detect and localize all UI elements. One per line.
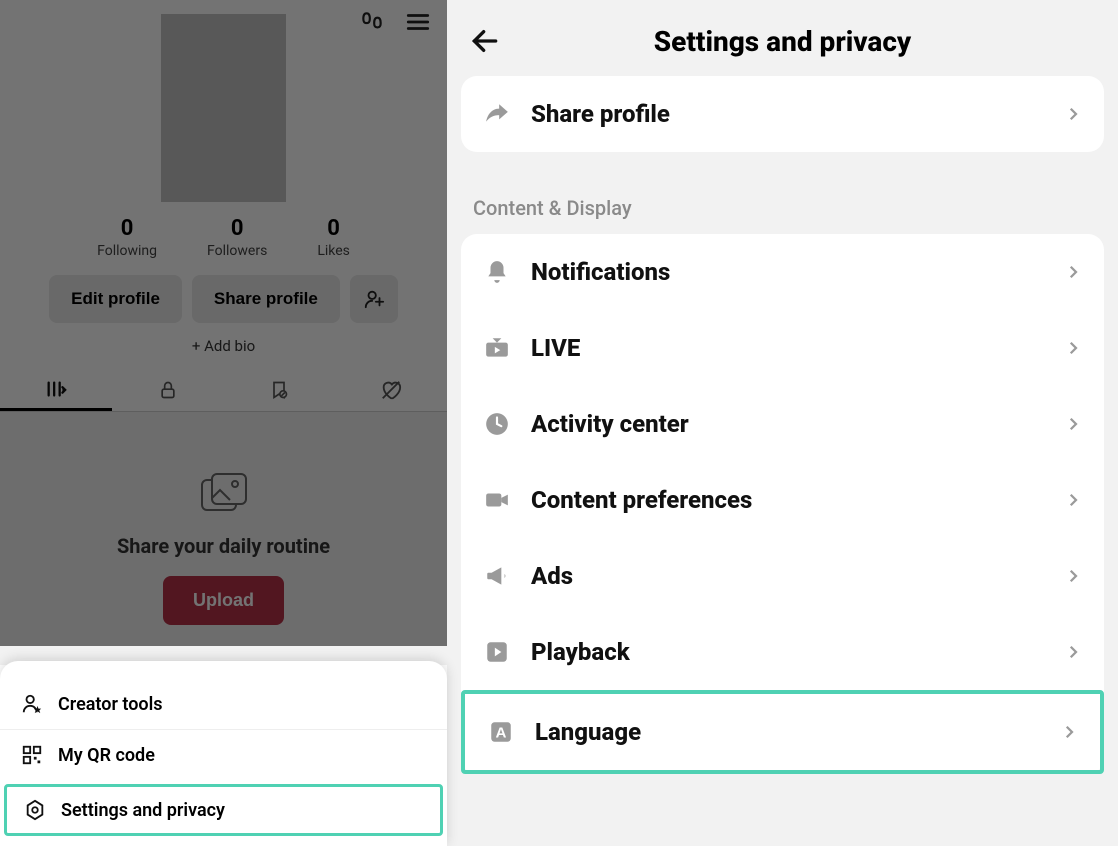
qr-code-icon [20, 744, 44, 766]
stat-likes-label: Likes [317, 243, 350, 259]
lock-icon [158, 380, 178, 400]
card-share-profile: Share profile [461, 76, 1104, 152]
bell-icon [483, 259, 511, 285]
stat-following-count: 0 [97, 216, 157, 241]
row-share-profile-label: Share profile [531, 100, 1044, 128]
chevron-right-icon [1064, 263, 1082, 281]
svg-text:A: A [496, 724, 507, 741]
megaphone-icon [483, 563, 511, 589]
row-share-profile[interactable]: Share profile [461, 76, 1104, 152]
drawer-creator-tools[interactable]: Creator tools [0, 679, 447, 729]
drawer-qr-code[interactable]: My QR code [0, 729, 447, 780]
clock-icon [483, 411, 511, 437]
stat-likes-count: 0 [317, 216, 350, 241]
tab-private[interactable] [112, 369, 224, 411]
tab-bookmarks[interactable] [224, 369, 336, 411]
drawer-qr-label: My QR code [58, 745, 155, 766]
chevron-right-icon [1064, 567, 1082, 585]
stat-likes[interactable]: 0 Likes [317, 216, 350, 259]
feed-icon [45, 378, 67, 400]
avatar-placeholder[interactable] [161, 14, 286, 202]
row-activity-label: Activity center [531, 410, 1044, 438]
video-icon [483, 487, 511, 513]
heart-hidden-icon [380, 379, 402, 401]
row-ads-label: Ads [531, 562, 1044, 590]
profile-pane: 0 Following 0 Followers 0 Likes Edit pro… [0, 0, 447, 846]
row-activity-center[interactable]: Activity center [461, 386, 1104, 462]
bottom-drawer: Creator tools My QR code Settings and pr… [0, 661, 447, 846]
stat-following-label: Following [97, 243, 157, 259]
drawer-settings-label: Settings and privacy [61, 800, 225, 821]
row-live-label: LIVE [531, 334, 1044, 362]
creator-tools-icon [20, 693, 44, 715]
row-live[interactable]: LIVE [461, 310, 1104, 386]
settings-icon [23, 799, 47, 821]
section-content-display: Content & Display [447, 166, 1118, 234]
stat-followers[interactable]: 0 Followers [207, 216, 267, 259]
chevron-right-icon [1064, 643, 1082, 661]
stat-following[interactable]: 0 Following [97, 216, 157, 259]
add-friend-icon [363, 288, 385, 310]
row-notifications-label: Notifications [531, 258, 1044, 286]
chevron-right-icon [1064, 491, 1082, 509]
chevron-right-icon [1064, 339, 1082, 357]
empty-state: Share your daily routine Upload [0, 412, 447, 665]
tab-feed[interactable] [0, 369, 112, 411]
add-friend-button[interactable] [350, 275, 398, 323]
tv-icon [483, 335, 511, 361]
stat-followers-count: 0 [207, 216, 267, 241]
profile-stats: 0 Following 0 Followers 0 Likes [0, 216, 447, 259]
language-icon: A [487, 719, 515, 745]
row-ads[interactable]: Ads [461, 538, 1104, 614]
row-content-pref-label: Content preferences [531, 486, 1044, 514]
card-content-display: Notifications LIVE Activity center Conte… [461, 234, 1104, 774]
tab-liked[interactable] [335, 369, 447, 411]
row-content-preferences[interactable]: Content preferences [461, 462, 1104, 538]
share-profile-button[interactable]: Share profile [192, 275, 340, 323]
add-bio-link[interactable]: + Add bio [0, 337, 447, 355]
back-button[interactable] [469, 25, 501, 57]
play-icon [483, 639, 511, 665]
avatar-block [0, 44, 447, 202]
chevron-right-icon [1064, 415, 1082, 433]
share-icon [483, 101, 511, 127]
edit-profile-button[interactable]: Edit profile [49, 275, 182, 323]
empty-state-text: Share your daily routine [20, 534, 427, 558]
chevron-right-icon [1060, 723, 1078, 741]
footsteps-icon[interactable] [359, 9, 385, 35]
drawer-creator-label: Creator tools [58, 694, 163, 715]
row-notifications[interactable]: Notifications [461, 234, 1104, 310]
profile-tabs [0, 369, 447, 412]
row-playback[interactable]: Playback [461, 614, 1104, 690]
row-language[interactable]: A Language [461, 690, 1104, 774]
row-language-label: Language [535, 718, 1040, 746]
chevron-right-icon [1064, 105, 1082, 123]
drawer-settings-privacy[interactable]: Settings and privacy [4, 784, 443, 836]
settings-title: Settings and privacy [467, 25, 1098, 58]
bookmark-icon [269, 380, 289, 400]
settings-header: Settings and privacy [447, 0, 1118, 82]
upload-button[interactable]: Upload [163, 576, 284, 625]
settings-pane: Settings and privacy Share profile Conte… [447, 0, 1118, 846]
hamburger-menu-icon[interactable] [405, 9, 431, 35]
profile-action-row: Edit profile Share profile [0, 275, 447, 323]
row-playback-label: Playback [531, 638, 1044, 666]
gallery-icon [20, 472, 427, 516]
stat-followers-label: Followers [207, 243, 267, 259]
